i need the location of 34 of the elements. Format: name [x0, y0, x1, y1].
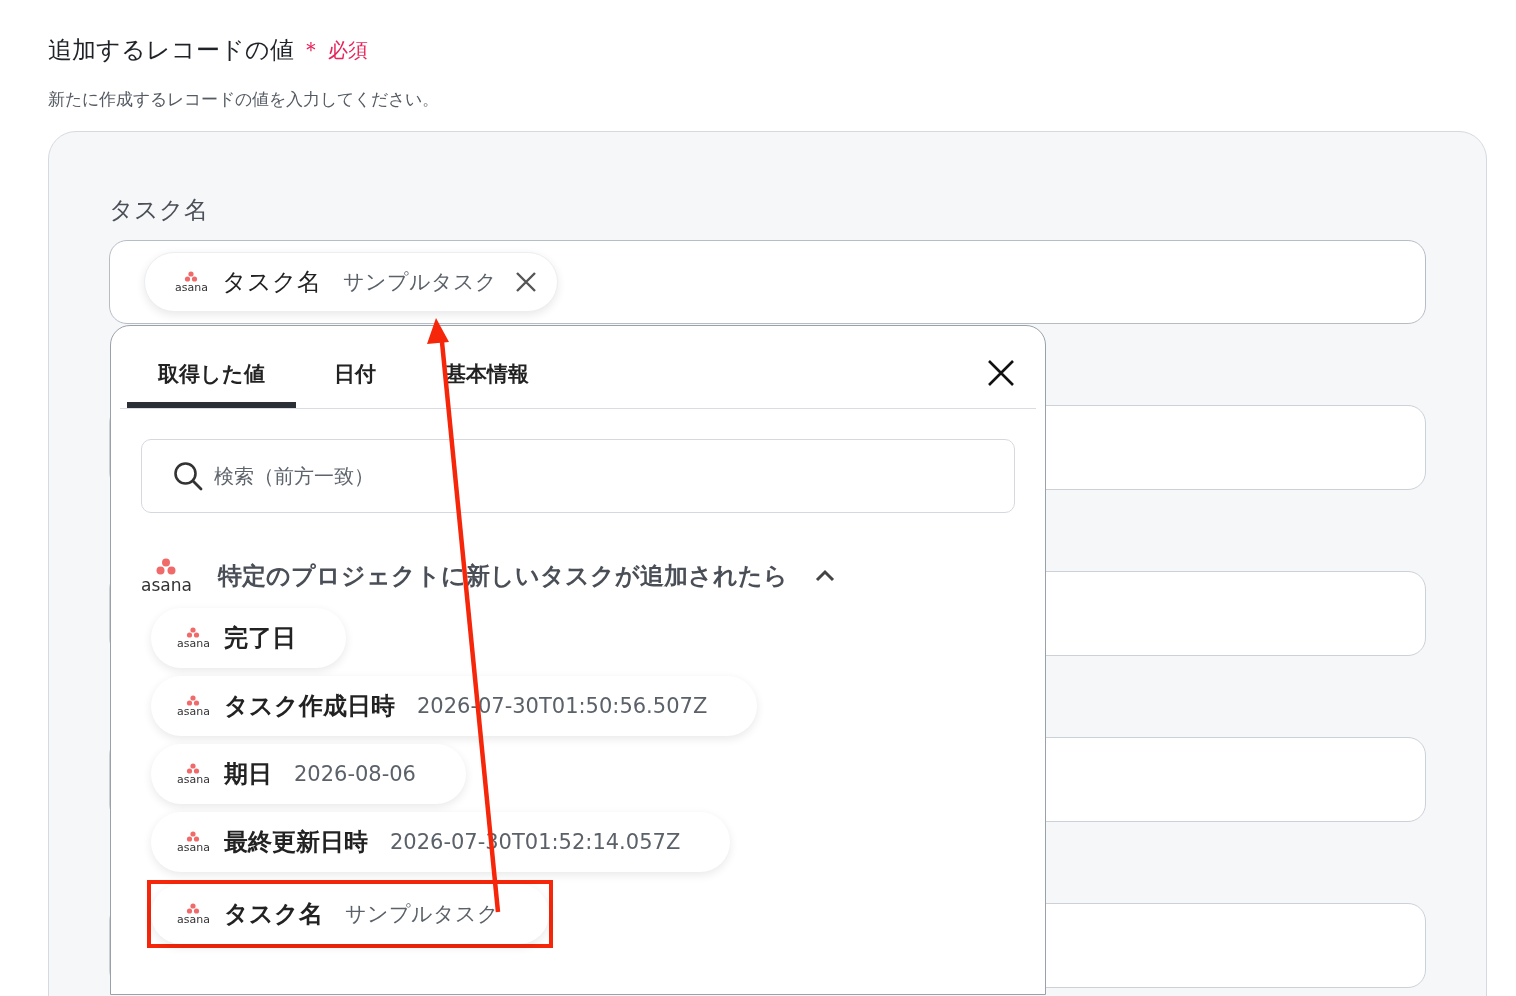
required-label: 必須 [328, 36, 368, 64]
close-icon[interactable] [987, 359, 1015, 387]
variable-chip[interactable]: asana 期日 2026-08-06 [151, 744, 466, 804]
chip-value: 2026-08-06 [293, 762, 416, 786]
section-title: 追加するレコードの値 [48, 35, 294, 66]
app-logo: asana [177, 831, 210, 853]
app-logo: asana [141, 558, 192, 594]
app-logo: asana [177, 763, 210, 785]
chip-name: 最終更新日時 [223, 827, 368, 858]
app-logo: asana [177, 627, 210, 649]
variable-chip[interactable]: asana タスク名 サンプルタスク [151, 884, 549, 944]
chip-name: 期日 [223, 759, 272, 790]
variable-chip[interactable]: asana 完了日 [151, 608, 346, 668]
chip-name: 完了日 [223, 623, 296, 654]
input-field[interactable]: asana タスク名 サンプルタスク [109, 240, 1426, 324]
chip-value: サンプルタスク [344, 901, 499, 928]
chip-name: タスク名 [221, 267, 321, 298]
app-logo: asana [177, 903, 210, 925]
trigger-title: 特定のプロジェクトに新しいタスクが追加されたら [217, 561, 788, 592]
field-label: タスク名 [109, 195, 209, 226]
search-icon [173, 461, 203, 491]
variable-chip[interactable]: asana タスク名 サンプルタスク [144, 252, 558, 312]
description: 新たに作成するレコードの値を入力してください。 [48, 88, 440, 111]
chevron-icon[interactable] [813, 569, 836, 583]
chip-name: タスク名 [223, 899, 323, 930]
close-icon[interactable] [514, 271, 537, 293]
required-asterisk: ＊ [300, 36, 322, 64]
chip-name: タスク作成日時 [223, 691, 395, 722]
tab[interactable]: 日付 [303, 326, 407, 408]
search-field[interactable]: 検索（前方一致） [141, 439, 1015, 513]
tab[interactable]: 取得した値 [127, 326, 296, 408]
chip-value: サンプルタスク [342, 269, 497, 296]
app-logo: asana [177, 695, 210, 717]
app-logo: asana [175, 271, 208, 293]
